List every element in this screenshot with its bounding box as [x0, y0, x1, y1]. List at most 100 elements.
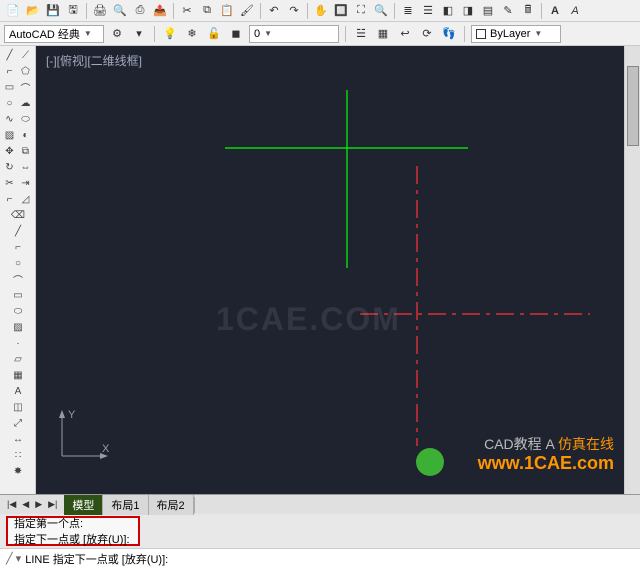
tab-last-icon[interactable]: ▶|	[45, 499, 60, 510]
xline-icon[interactable]: ⟋	[18, 48, 33, 63]
table-tool-icon[interactable]: ▦	[2, 368, 34, 383]
layer-walk-icon[interactable]: 👣	[440, 25, 458, 43]
rotate-icon[interactable]: ↻	[2, 160, 17, 175]
chevron-down-icon: ▼	[534, 29, 542, 38]
publish-icon[interactable]: 📤	[151, 2, 169, 20]
layer-selector[interactable]: 0 ▼	[249, 25, 339, 43]
hatch-tool-icon[interactable]: ▨	[2, 320, 34, 335]
drawing-lines	[36, 46, 624, 494]
zoom-window-icon[interactable]: 🔲	[332, 2, 350, 20]
block-tool-icon[interactable]: ◫	[2, 400, 34, 415]
stretch-tool-icon[interactable]: ↔	[2, 432, 34, 447]
redo-icon[interactable]: ↷	[285, 2, 303, 20]
polyline-icon[interactable]: ⌐	[2, 64, 17, 79]
layer-icon[interactable]: ≣	[399, 2, 417, 20]
chamfer-icon[interactable]: ◿	[18, 192, 33, 207]
tab-next-icon[interactable]: ▶	[32, 499, 45, 510]
line-tool-icon[interactable]: ╱	[2, 224, 34, 239]
layer-lock-icon[interactable]: 🔓	[205, 25, 223, 43]
move-icon[interactable]: ✥	[2, 144, 17, 159]
linetype-selector[interactable]: ByLayer ▼	[471, 25, 561, 43]
undo-icon[interactable]: ↶	[265, 2, 283, 20]
cut-icon[interactable]: ✂	[178, 2, 196, 20]
text-style-icon[interactable]: A	[546, 2, 564, 20]
extend-icon[interactable]: ⇥	[18, 176, 33, 191]
layer-freeze-icon[interactable]: ❄	[183, 25, 201, 43]
arc-tool-icon[interactable]: ⌒	[2, 272, 34, 287]
circle-tool-icon[interactable]: ○	[2, 256, 34, 271]
mirror-icon[interactable]: ⇔	[18, 160, 33, 175]
match-icon[interactable]: 🖌	[238, 2, 256, 20]
wechat-label: CAD教程 A 仿真在线	[484, 434, 614, 454]
erase-icon[interactable]: ⌫	[2, 208, 34, 223]
palettes-icon[interactable]: ◨	[459, 2, 477, 20]
pan-icon[interactable]: ✋	[312, 2, 330, 20]
circle-icon[interactable]: ○	[2, 96, 17, 111]
saveall-icon[interactable]: 🖫	[64, 2, 82, 20]
fillet-icon[interactable]: ⌐	[2, 192, 17, 207]
arc-icon[interactable]: ⌒	[18, 80, 33, 95]
print-icon[interactable]: 🖨	[91, 2, 109, 20]
command-line[interactable]: ╱ ▾ LINE 指定下一点或 [放弃(U)]:	[0, 548, 640, 568]
vertical-scrollbar[interactable]	[624, 46, 640, 494]
chevron-down-icon: ▼	[84, 29, 92, 38]
svg-text:Y: Y	[68, 409, 76, 421]
zoom-icon[interactable]: 🔍	[372, 2, 390, 20]
cloud-icon[interactable]: ☁	[18, 96, 33, 111]
point-tool-icon[interactable]: ·	[2, 336, 34, 351]
watermark-center: 1CAE.COM	[216, 301, 401, 338]
layer-bulb-icon[interactable]: 💡	[161, 25, 179, 43]
copy-icon[interactable]: ⧉	[198, 2, 216, 20]
draw-toolbar: ╱⟋ ⌐⬠ ▭⌒ ○☁ ∿⬭ ▨◐ ✥⧉ ↻⇔ ✂⇥ ⌐◿ ⌫ ╱ ⌐ ○ ⌒ …	[0, 46, 36, 494]
scroll-thumb[interactable]	[627, 66, 639, 146]
tab-model[interactable]: 模型	[64, 495, 103, 515]
gear-icon[interactable]: ⚙	[108, 25, 126, 43]
tab-layout1[interactable]: 布局1	[103, 495, 148, 515]
linetype-label: ByLayer	[490, 28, 530, 40]
tab-prev-icon[interactable]: ◀	[19, 499, 32, 510]
tab-first-icon[interactable]: |◀	[4, 499, 19, 510]
preview-icon[interactable]: 🔍	[111, 2, 129, 20]
layer-color-icon[interactable]: ◼	[227, 25, 245, 43]
polygon-icon[interactable]: ⬠	[18, 64, 33, 79]
explode-tool-icon[interactable]: ✸	[2, 464, 34, 479]
calc-icon[interactable]: 🖩	[519, 2, 537, 20]
workspace-bar: AutoCAD 经典 ▼ ⚙ ▾ 💡 ❄ 🔓 ◼ 0 ▼ ☱ ▦ ↩ ⟳ 👣 B…	[0, 22, 640, 46]
ellipse-tool-icon[interactable]: ⬭	[2, 304, 34, 319]
layer-states-icon[interactable]: ☱	[352, 25, 370, 43]
line-icon[interactable]: ╱	[2, 48, 17, 63]
copy-tool-icon[interactable]: ⧉	[18, 144, 33, 159]
gradient-icon[interactable]: ◐	[18, 128, 33, 143]
drawing-canvas[interactable]: [-][俯视][二维线框] 1CAE.COM Y X CAD教程 A 仿真在线 …	[36, 46, 624, 494]
scale-tool-icon[interactable]: ⤢	[2, 416, 34, 431]
hatch-icon[interactable]: ▨	[2, 128, 17, 143]
rect-tool-icon[interactable]: ▭	[2, 288, 34, 303]
pline-tool-icon[interactable]: ⌐	[2, 240, 34, 255]
text-style2-icon[interactable]: A	[566, 2, 584, 20]
new-icon[interactable]: 📄	[4, 2, 22, 20]
sheet-icon[interactable]: ▤	[479, 2, 497, 20]
cmd-hist-line2: 指定下一点或 [放弃(U)]:	[14, 531, 132, 547]
region-tool-icon[interactable]: ▱	[2, 352, 34, 367]
ellipse-icon[interactable]: ⬭	[18, 112, 33, 127]
rectangle-icon[interactable]: ▭	[2, 80, 17, 95]
spline-icon[interactable]: ∿	[2, 112, 17, 127]
text-tool-icon[interactable]: A	[2, 384, 34, 399]
workspace-selector[interactable]: AutoCAD 经典 ▼	[4, 25, 104, 43]
layer-prev-icon[interactable]: ↩	[396, 25, 414, 43]
plot-icon[interactable]: ⎙	[131, 2, 149, 20]
design-center-icon[interactable]: ◧	[439, 2, 457, 20]
paste-icon[interactable]: 📋	[218, 2, 236, 20]
trim-icon[interactable]: ✂	[2, 176, 17, 191]
tab-layout2[interactable]: 布局2	[149, 495, 194, 515]
markup-icon[interactable]: ✎	[499, 2, 517, 20]
array-tool-icon[interactable]: ∷	[2, 448, 34, 463]
layer-iso-icon[interactable]: ▦	[374, 25, 392, 43]
horizontal-scrollbar[interactable]	[194, 497, 640, 513]
ws-save-icon[interactable]: ▾	[130, 25, 148, 43]
zoom-extents-icon[interactable]: ⛶	[352, 2, 370, 20]
properties-icon[interactable]: ☰	[419, 2, 437, 20]
layer-match-icon[interactable]: ⟳	[418, 25, 436, 43]
open-icon[interactable]: 📂	[24, 2, 42, 20]
save-icon[interactable]: 💾	[44, 2, 62, 20]
